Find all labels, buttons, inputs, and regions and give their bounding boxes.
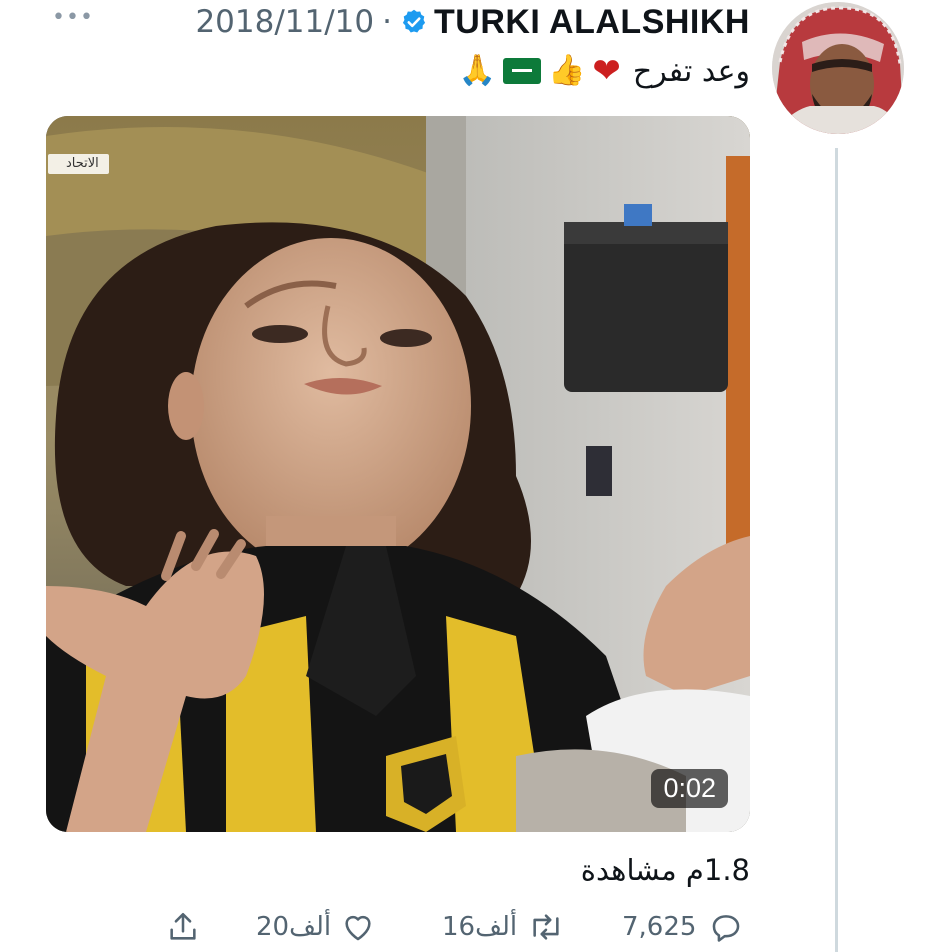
- tweet-date[interactable]: 2018/11/10: [195, 4, 374, 40]
- verified-badge-icon: [402, 9, 426, 33]
- praying-hands-emoji: 🙏: [458, 53, 497, 88]
- retweet-icon: [533, 914, 559, 940]
- video-duration: 0:02: [651, 769, 728, 808]
- share-button[interactable]: [166, 904, 200, 950]
- reply-count: 7,625: [622, 912, 697, 942]
- thread-line: [835, 148, 838, 952]
- author-name[interactable]: TURKI ALALSHIKH: [434, 3, 750, 42]
- like-count: 20ألف: [256, 912, 332, 942]
- video-thumbnail: [46, 116, 750, 832]
- reply-icon: [713, 915, 740, 942]
- author-avatar[interactable]: [772, 2, 904, 134]
- reply-button[interactable]: 7,625: [622, 904, 744, 950]
- tweet-body-text: وعد تفرح: [632, 53, 750, 89]
- share-icon: [170, 912, 196, 940]
- heart-icon: [345, 915, 371, 941]
- profile-photo: [772, 2, 904, 134]
- saudi-flag-emoji: [503, 58, 542, 84]
- more-options-icon[interactable]: •••: [52, 7, 93, 29]
- video-player[interactable]: الاتحاد 0:02: [46, 116, 750, 832]
- channel-tag: الاتحاد: [48, 154, 109, 174]
- tweet-header: 2018/11/10 · TURKI ALALSHIKH: [195, 2, 750, 42]
- retweet-count: 16ألف: [442, 912, 518, 942]
- heart-emoji: ❤: [592, 51, 621, 91]
- retweet-button[interactable]: 16ألف: [442, 904, 565, 950]
- tweet-actions: 20ألف 16ألف 7,625: [160, 904, 760, 952]
- thumbs-up-emoji: 👍: [548, 53, 586, 88]
- header-separator: ·: [382, 4, 392, 40]
- view-count: 1.8م مشاهدة: [580, 853, 750, 887]
- tweet-text: وعد تفرح ❤ 👍 🙏: [456, 46, 750, 96]
- like-button[interactable]: 20ألف: [256, 904, 375, 950]
